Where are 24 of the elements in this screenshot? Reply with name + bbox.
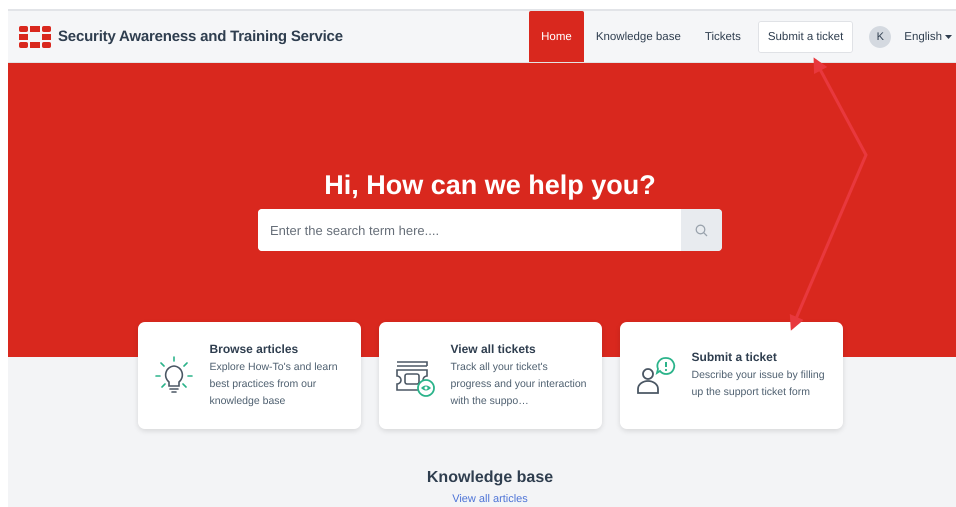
card-description: Track all your ticket's progress and your interaction with the suppo… xyxy=(450,360,588,408)
card-title: Browse articles xyxy=(210,342,300,356)
card-description: Describe your issue by filling up the support ticket form xyxy=(692,368,826,400)
search-button[interactable] xyxy=(681,209,722,251)
card-title: Submit a ticket xyxy=(692,350,778,364)
action-card[interactable]: Browse articles Explore How-To's and learn best practices from our knowledge base xyxy=(138,322,360,429)
section-heading: Knowledge base xyxy=(426,469,554,487)
language-menu[interactable]: English xyxy=(904,30,952,42)
nav-link[interactable]: Knowledge base xyxy=(584,11,693,62)
nav-link[interactable]: Tickets xyxy=(692,11,753,62)
search-icon xyxy=(695,224,708,236)
card-description: Explore How-To's and learn best practices from our knowledge base xyxy=(210,360,339,408)
card-title: View all tickets xyxy=(450,342,537,356)
logo-icon xyxy=(19,26,51,48)
user-avatar[interactable]: K xyxy=(869,26,892,48)
search-field[interactable]: Enter the search term here.... xyxy=(258,209,722,251)
nav-link[interactable]: Home xyxy=(529,11,584,62)
site-title: Security Awareness and Training Service xyxy=(58,28,343,45)
caret-icon xyxy=(945,34,952,38)
submit-ticket-button[interactable]: Submit a ticket xyxy=(758,20,854,52)
hero-heading: Hi, How can we help you? xyxy=(324,170,656,201)
action-card[interactable]: Submit a ticket Describe your issue by filling up the support ticket form xyxy=(620,322,842,429)
view-all-link[interactable]: View all articles xyxy=(452,493,528,505)
action-card[interactable]: View all tickets Track all your ticket's progress and your interaction with the suppo… xyxy=(378,322,602,429)
